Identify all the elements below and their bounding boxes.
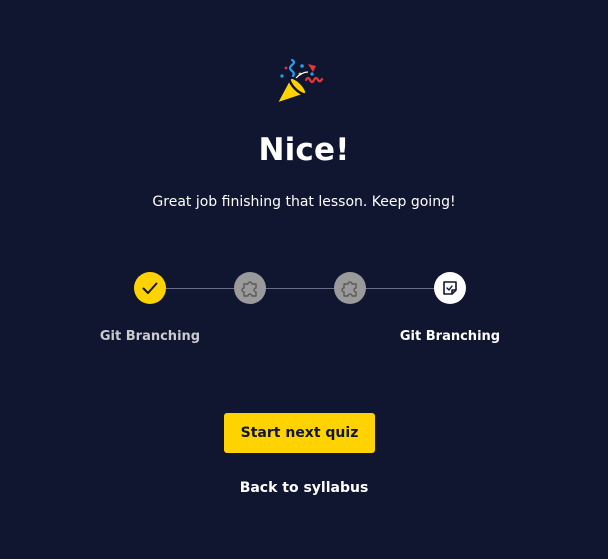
lesson-complete-screen: Nice! Great job finishing that lesson. K… <box>0 0 608 559</box>
headline: Nice! <box>258 132 350 168</box>
party-popper-icon <box>274 58 324 106</box>
progress-track <box>150 288 450 289</box>
progress-step-locked <box>334 272 366 304</box>
completion-message: Great job finishing that lesson. Keep go… <box>152 194 456 210</box>
progress-step-locked <box>234 272 266 304</box>
quiz-note-icon <box>443 281 457 295</box>
puzzle-piece-icon <box>341 281 357 297</box>
back-to-syllabus-link[interactable]: Back to syllabus <box>0 480 608 496</box>
step-label-current: Git Branching <box>399 329 501 344</box>
progress-step-completed <box>134 272 166 304</box>
progress-step-current <box>434 272 466 304</box>
puzzle-piece-icon <box>241 281 257 297</box>
checkmark-icon <box>142 282 158 294</box>
step-label-completed: Git Branching <box>99 329 201 344</box>
start-next-quiz-button[interactable]: Start next quiz <box>224 413 375 453</box>
